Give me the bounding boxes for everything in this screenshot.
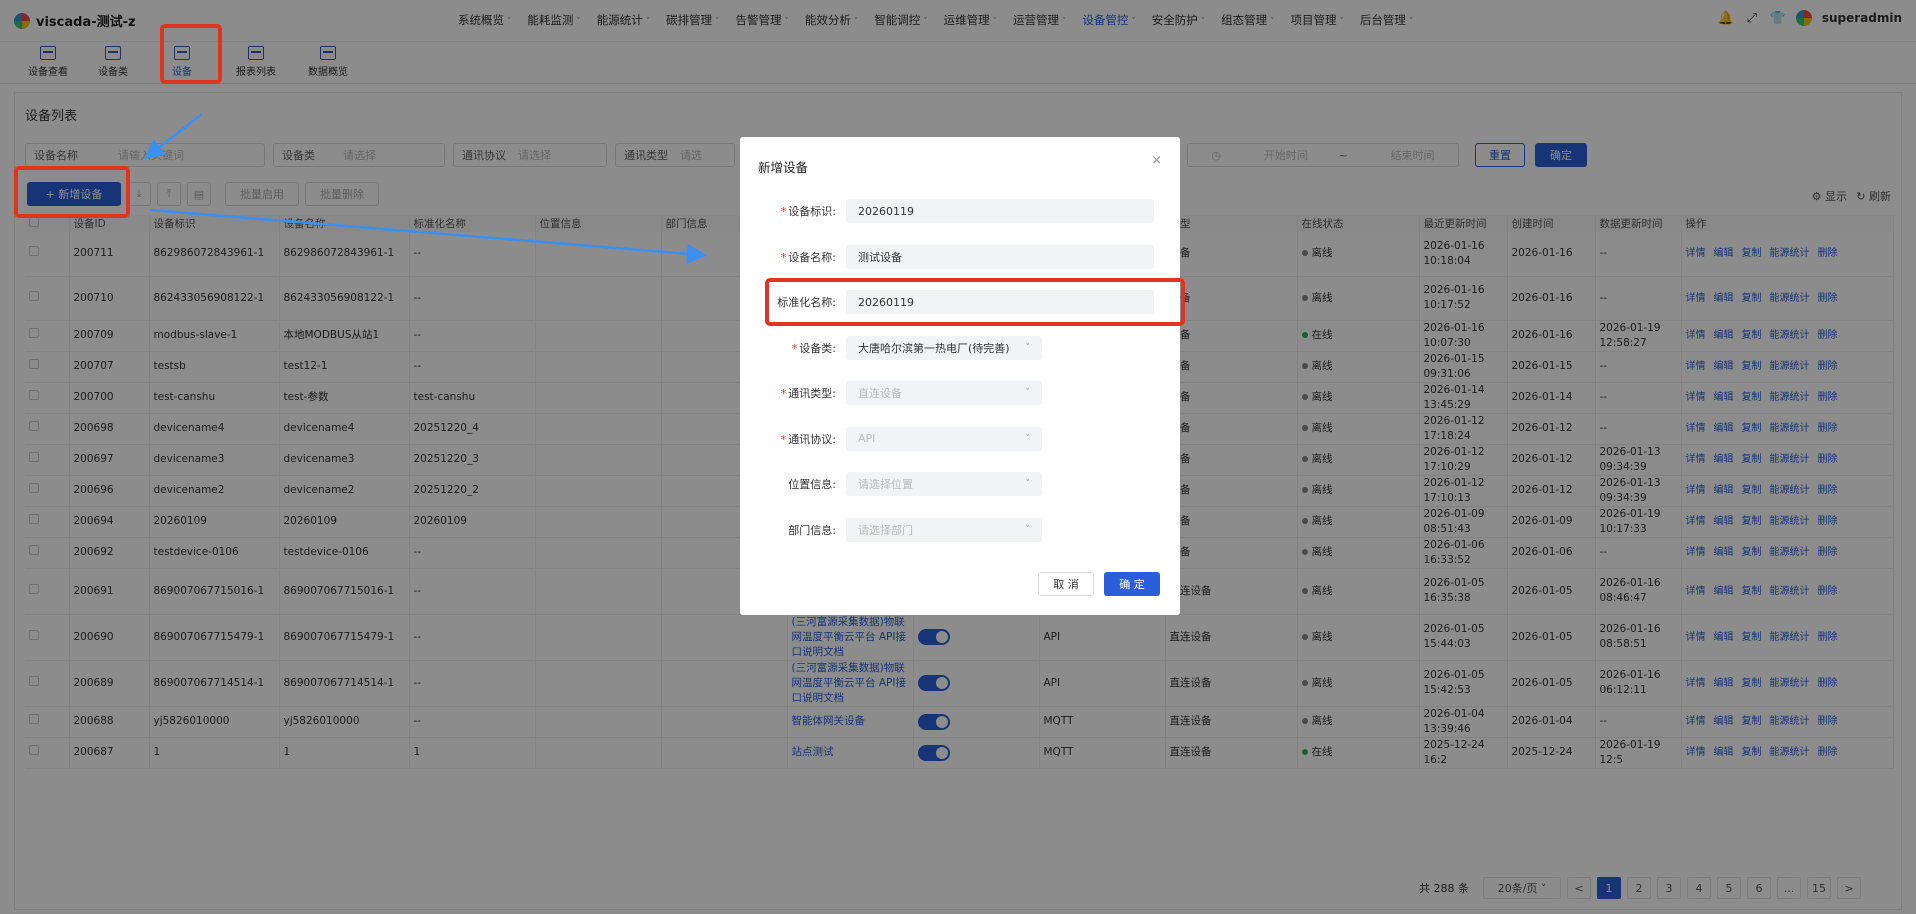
arrow-to-filter bbox=[144, 113, 203, 160]
annotation-arrows bbox=[144, 113, 707, 264]
arrow-to-modal bbox=[149, 208, 707, 264]
